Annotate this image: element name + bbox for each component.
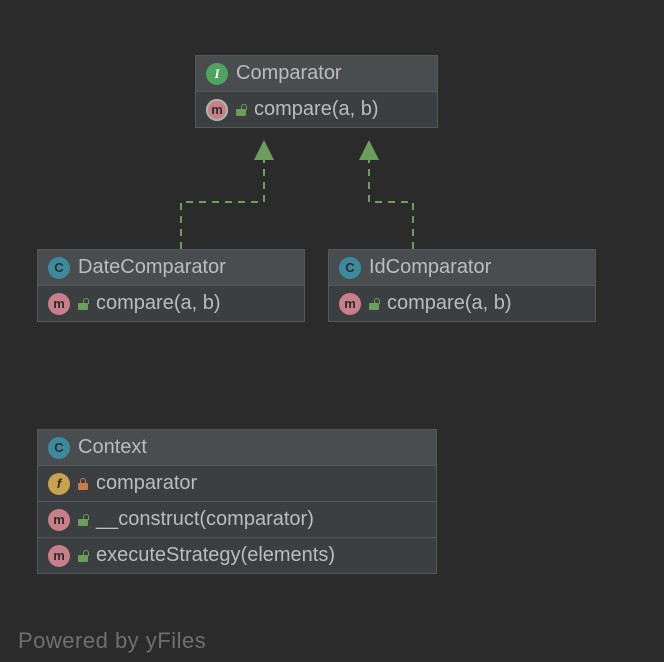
uml-header: C DateComparator — [38, 250, 304, 286]
lock-open-icon — [369, 298, 379, 310]
method-icon: m — [48, 509, 70, 531]
member-label: comparator — [96, 472, 197, 495]
member-label: compare(a, b) — [96, 292, 221, 315]
class-name: Context — [78, 436, 147, 459]
uml-interface-comparator[interactable]: I Comparator m compare(a, b) — [195, 55, 438, 128]
class-icon: C — [48, 257, 70, 279]
lock-open-icon — [78, 298, 88, 310]
method-icon: m — [339, 293, 361, 315]
class-name: Comparator — [236, 62, 342, 85]
class-name: DateComparator — [78, 256, 226, 279]
lock-open-icon — [78, 550, 88, 562]
uml-member-row: f comparator — [38, 466, 436, 502]
member-label: compare(a, b) — [254, 98, 379, 121]
uml-header: C Context — [38, 430, 436, 466]
member-label: executeStrategy(elements) — [96, 544, 335, 567]
uml-class-datecomparator[interactable]: C DateComparator m compare(a, b) — [37, 249, 305, 322]
method-icon: m — [48, 293, 70, 315]
class-icon: C — [339, 257, 361, 279]
uml-class-context[interactable]: C Context f comparator m __construct(com… — [37, 429, 437, 574]
field-icon: f — [48, 473, 70, 495]
watermark-text: Powered by yFiles — [18, 628, 206, 654]
uml-member-row: m compare(a, b) — [38, 286, 304, 321]
member-label: compare(a, b) — [387, 292, 512, 315]
uml-member-row: m compare(a, b) — [196, 92, 437, 127]
class-icon: C — [48, 437, 70, 459]
class-name: IdComparator — [369, 256, 491, 279]
uml-member-row: m executeStrategy(elements) — [38, 538, 436, 573]
lock-open-icon — [78, 514, 88, 526]
uml-header: I Comparator — [196, 56, 437, 92]
method-icon: m — [206, 99, 228, 121]
interface-icon: I — [206, 63, 228, 85]
uml-header: C IdComparator — [329, 250, 595, 286]
uml-member-row: m compare(a, b) — [329, 286, 595, 321]
uml-member-row: m __construct(comparator) — [38, 502, 436, 538]
member-label: __construct(comparator) — [96, 508, 314, 531]
lock-closed-icon — [78, 478, 88, 490]
method-icon: m — [48, 545, 70, 567]
uml-class-idcomparator[interactable]: C IdComparator m compare(a, b) — [328, 249, 596, 322]
lock-open-icon — [236, 104, 246, 116]
